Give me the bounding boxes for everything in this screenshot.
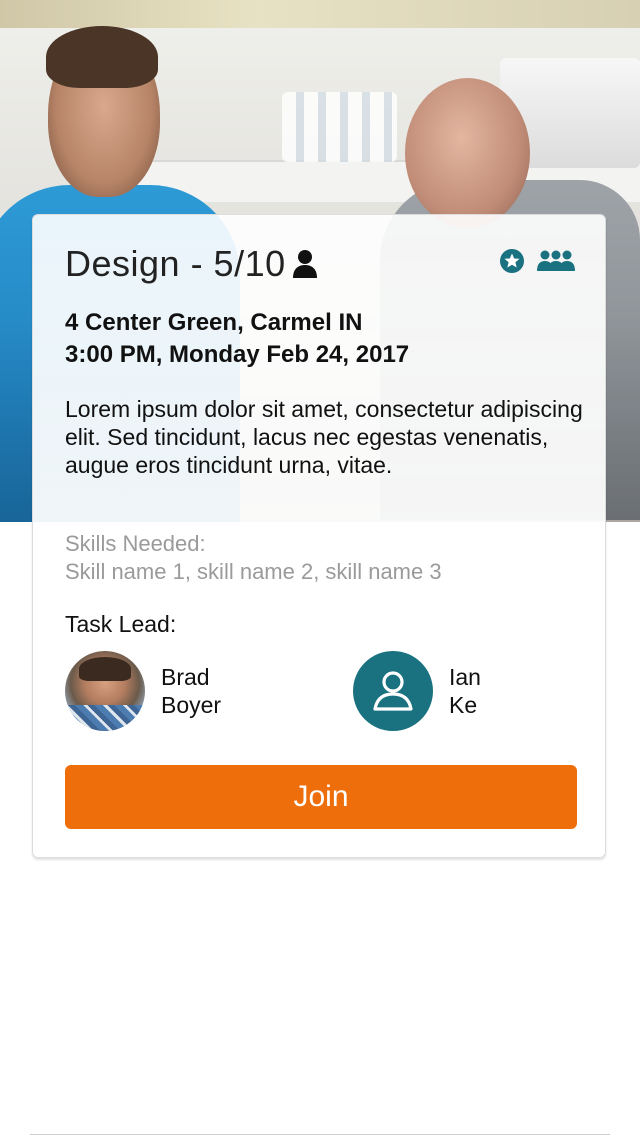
lead-first-name: Brad (161, 664, 210, 690)
lead-first-name: Ian (449, 664, 481, 690)
lead-brad-boyer[interactable]: Brad Boyer (65, 651, 221, 731)
lead-name: Ian Ke (449, 663, 481, 719)
task-datetime: 3:00 PM, Monday Feb 24, 2017 (65, 341, 410, 368)
divider (30, 1134, 610, 1135)
task-location: 4 Center Green, Carmel IN (65, 309, 363, 336)
lead-name: Brad Boyer (161, 663, 221, 719)
header-icons (499, 248, 575, 279)
lead-last-name: Ke (449, 692, 478, 718)
page: Design - 5/10 4 Center Green, Carmel IN … (0, 0, 640, 1136)
person-icon (292, 249, 318, 279)
lead-last-name: Boyer (161, 692, 222, 718)
user-placeholder-icon (373, 671, 413, 711)
skills-label: Skills Needed: (65, 531, 206, 556)
avatar (353, 651, 433, 731)
task-lead-label: Task Lead: (65, 611, 177, 637)
task-title: Design - 5/10 (65, 243, 286, 284)
join-button[interactable]: Join (65, 765, 577, 829)
star-badge-icon[interactable] (499, 248, 525, 279)
task-title-row: Design - 5/10 (65, 243, 318, 285)
task-description: Lorem ipsum dolor sit amet, consectetur … (65, 396, 583, 478)
lead-ian-ke[interactable]: Ian Ke (353, 651, 481, 731)
avatar (65, 651, 145, 731)
skills-value: Skill name 1, skill name 2, skill name 3 (65, 559, 442, 584)
group-icon[interactable] (537, 249, 575, 278)
task-card: Design - 5/10 4 Center Green, Carmel IN … (32, 214, 606, 858)
